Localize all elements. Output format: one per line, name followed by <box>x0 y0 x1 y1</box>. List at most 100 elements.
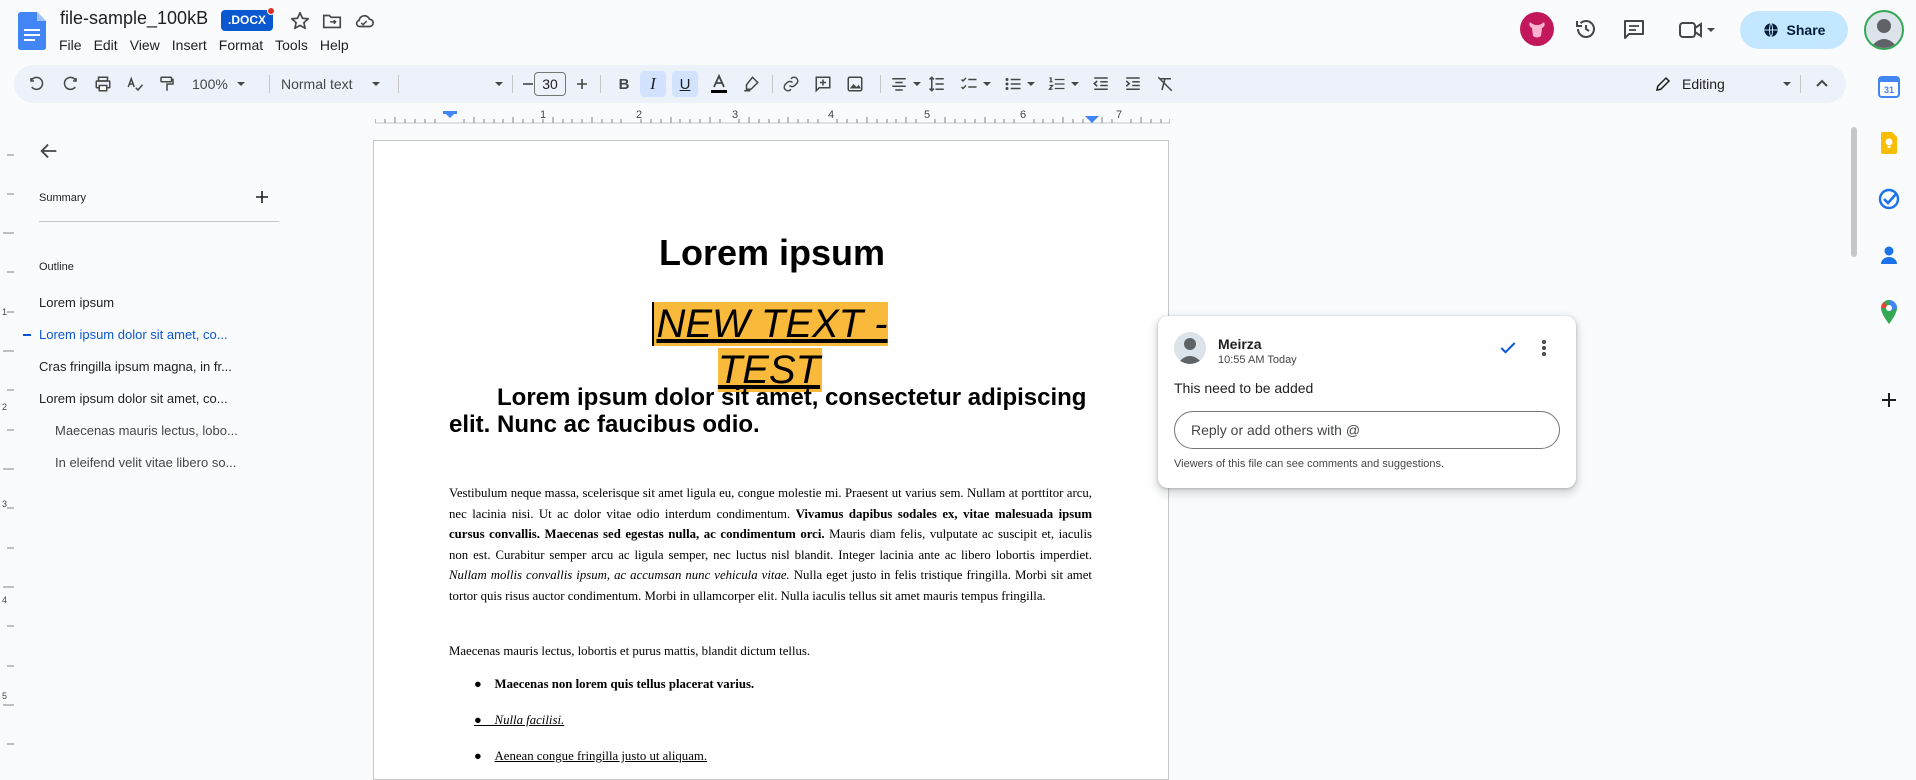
paragraph-style-select[interactable]: Normal text <box>281 65 381 103</box>
menu-tools[interactable]: Tools <box>269 35 314 55</box>
cloud-status-icon[interactable] <box>353 10 375 32</box>
docs-logo-icon[interactable] <box>18 12 46 50</box>
print-icon[interactable] <box>94 65 112 103</box>
reply-input[interactable]: Reply or add others with @ <box>1174 411 1560 449</box>
document-title-heading: Lorem ipsum <box>658 232 886 273</box>
menu-format[interactable]: Format <box>213 35 269 55</box>
bullet-item: ● Maecenas non lorem quis tellus placera… <box>474 677 755 691</box>
outline-item[interactable]: Cras fringilla ipsum magna, in fr... <box>39 359 269 374</box>
hide-menus-icon[interactable] <box>1814 65 1830 103</box>
caret-down-icon <box>1071 82 1079 86</box>
clear-formatting-icon[interactable] <box>1156 65 1174 103</box>
insert-link-icon[interactable] <box>782 65 800 103</box>
more-options-icon[interactable] <box>1534 338 1554 358</box>
bold-icon[interactable]: B <box>612 65 636 103</box>
vertical-ruler[interactable]: 1 2 3 4 5 <box>0 125 14 772</box>
zoom-value: 100% <box>192 76 228 92</box>
spellcheck-icon[interactable] <box>126 65 144 103</box>
editing-mode-select[interactable]: Editing <box>1654 65 1792 103</box>
globe-icon <box>1763 22 1778 38</box>
outline-item[interactable]: Maecenas mauris lectus, lobo... <box>55 423 269 438</box>
caret-down-icon <box>1027 82 1035 86</box>
italic-icon[interactable]: I <box>640 71 666 97</box>
pencil-icon <box>1656 76 1671 91</box>
checklist-select[interactable] <box>960 65 992 103</box>
ruler-tick-5: 5 <box>924 109 930 121</box>
document-title[interactable]: file-sample_100kB <box>60 8 208 29</box>
paint-format-icon[interactable] <box>158 65 176 103</box>
move-folder-icon[interactable] <box>321 10 343 32</box>
caret-down-icon <box>983 82 991 86</box>
underline-icon[interactable]: U <box>672 71 698 97</box>
decrease-indent-icon[interactable] <box>1092 65 1110 103</box>
collaborator-avatar[interactable] <box>1520 12 1554 46</box>
caret-down-icon <box>913 82 921 86</box>
menu-file[interactable]: File <box>53 35 88 55</box>
outline-active-marker <box>23 334 31 336</box>
menu-help[interactable]: Help <box>314 35 355 55</box>
menu-view[interactable]: View <box>124 35 166 55</box>
ruler-tick-4: 4 <box>828 109 834 121</box>
vertical-scrollbar[interactable] <box>1846 125 1862 772</box>
zoom-select[interactable]: 100% <box>192 65 246 103</box>
paragraph-style-value: Normal text <box>281 76 353 92</box>
section-heading: Lorem ipsum dolor sit amet, consectetur … <box>449 384 1087 438</box>
horizontal-ruler[interactable]: 1 2 3 4 5 6 7 <box>375 108 1170 124</box>
account-avatar[interactable] <box>1864 10 1904 50</box>
ruler-tick-7: 7 <box>1116 109 1122 121</box>
line-spacing-icon[interactable] <box>928 65 946 103</box>
vruler-tick-3: 3 <box>2 499 7 509</box>
align-select[interactable] <box>890 65 922 103</box>
highlight-color-icon[interactable] <box>738 65 764 103</box>
contacts-icon[interactable] <box>1878 244 1900 266</box>
ruler-tick-3: 3 <box>732 109 738 121</box>
add-summary-icon[interactable] <box>253 188 271 206</box>
numbered-list-select[interactable] <box>1048 65 1080 103</box>
star-icon[interactable] <box>289 10 311 32</box>
redo-icon[interactable] <box>61 65 79 103</box>
calendar-icon[interactable]: 31 <box>1878 76 1900 98</box>
tasks-icon[interactable] <box>1878 188 1900 210</box>
insert-image-icon[interactable] <box>846 65 864 103</box>
bulleted-list-select[interactable] <box>1004 65 1036 103</box>
comments-icon[interactable] <box>1622 17 1644 39</box>
share-label: Share <box>1786 22 1826 38</box>
undo-icon[interactable] <box>28 65 46 103</box>
right-indent-marker-icon[interactable] <box>1085 116 1099 123</box>
menu-edit[interactable]: Edit <box>88 35 124 55</box>
vruler-tick-1: 1 <box>2 307 7 317</box>
comment-card[interactable]: Meirza 10:55 AM Today This need to be ad… <box>1158 316 1576 488</box>
outline-item[interactable]: In eleifend velit vitae libero so... <box>55 455 269 470</box>
outline-item[interactable]: Lorem ipsum <box>39 295 269 310</box>
meet-icon[interactable] <box>1678 19 1718 41</box>
file-format-badge: .DOCX <box>221 10 274 31</box>
maps-icon[interactable] <box>1879 300 1899 324</box>
keep-icon[interactable] <box>1879 132 1899 154</box>
resolve-check-icon[interactable] <box>1498 338 1518 358</box>
notification-dot <box>267 7 275 15</box>
outline-item[interactable]: Lorem ipsum dolor sit amet, co... <box>39 391 269 406</box>
back-arrow-icon[interactable] <box>38 140 62 164</box>
menu-bar: File Edit View Insert Format Tools Help <box>53 35 355 55</box>
add-comment-icon[interactable] <box>814 65 832 103</box>
caret-down-icon <box>495 82 503 86</box>
menu-insert[interactable]: Insert <box>166 35 213 55</box>
text-color-icon[interactable] <box>706 65 732 103</box>
ruler-tick-1: 1 <box>540 109 546 121</box>
version-history-icon[interactable] <box>1574 17 1596 39</box>
font-size-input[interactable]: 30 <box>534 72 566 96</box>
editing-mode-label: Editing <box>1682 76 1725 92</box>
get-addons-icon[interactable] <box>1877 388 1901 412</box>
vruler-tick-2: 2 <box>2 402 7 412</box>
share-button[interactable]: Share <box>1740 11 1848 49</box>
outline-item-active[interactable]: Lorem ipsum dolor sit amet, co... <box>39 327 269 342</box>
increase-font-size-icon[interactable] <box>574 65 590 103</box>
caret-down-icon <box>1783 82 1791 86</box>
scrollbar-thumb[interactable] <box>1851 127 1857 257</box>
increase-indent-icon[interactable] <box>1124 65 1142 103</box>
font-family-select[interactable] <box>410 65 504 103</box>
document-page[interactable]: Lorem ipsum NEW TEXT - TEST Lorem ipsum … <box>373 140 1169 780</box>
formatting-toolbar: 100% Normal text 30 B I U Editing <box>14 65 1846 103</box>
bulleted-list-icon <box>1005 78 1021 90</box>
paragraph-italic-text: Nullam mollis convallis ipsum, ac accums… <box>449 568 790 582</box>
